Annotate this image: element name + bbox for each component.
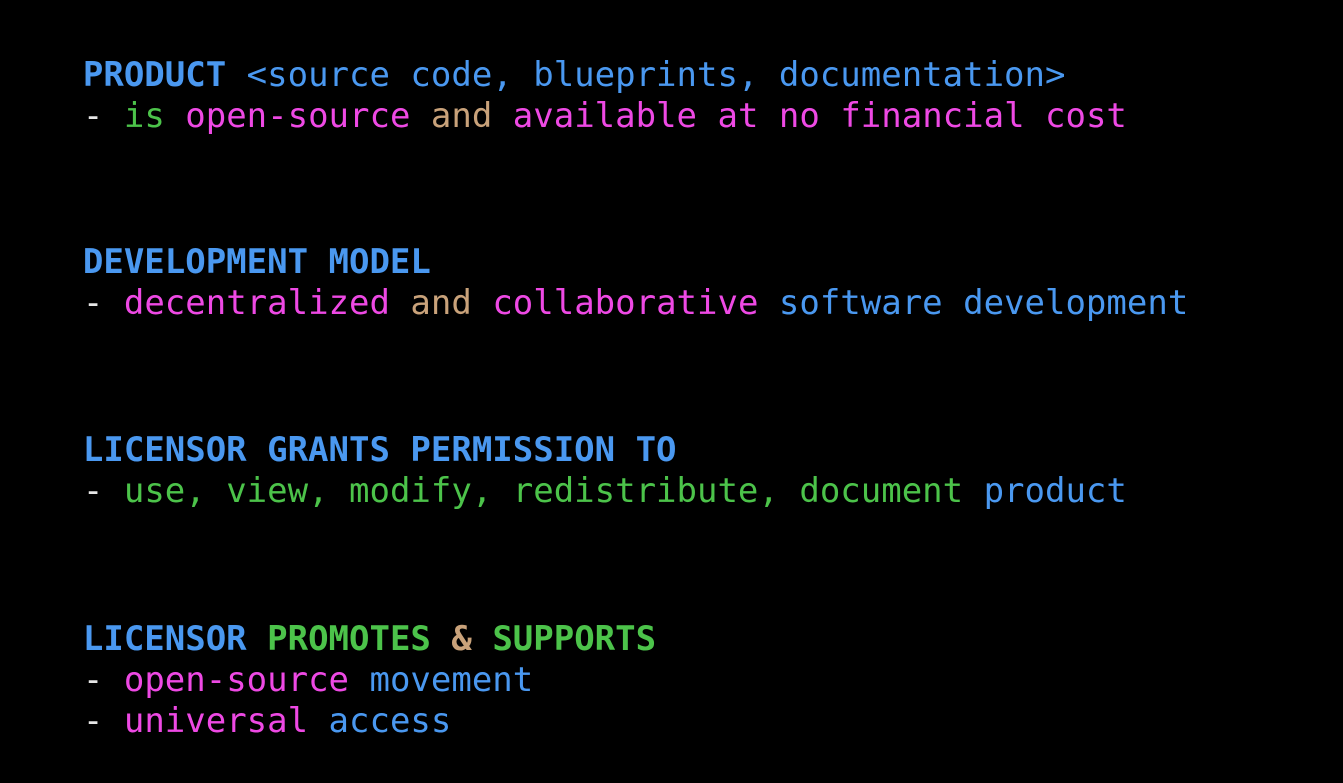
bullet-dash: - (82, 96, 124, 136)
text-segment: open-source (185, 96, 431, 136)
product-heading-line: PRODUCT <source code, blueprints, docume… (1, 14, 1066, 95)
licensor-grants-heading-line: LICENSOR GRANTS PERMISSION TO (1, 389, 677, 470)
development-model-description-line: - decentralized and collaborative softwa… (1, 242, 1188, 323)
development-model-heading-line: DEVELOPMENT MODEL (1, 201, 431, 282)
promotes-item-open-source: - open-source movement (1, 619, 533, 700)
product-description-line: - is open-source and available at no fin… (1, 55, 1127, 136)
text-segment: access (328, 701, 452, 741)
text-segment: is (123, 96, 186, 136)
licensor-promotes-heading-line: LICENSOR PROMOTES & SUPPORTS (1, 578, 656, 659)
bullet-dash: - (82, 471, 124, 511)
text-segment: use, view, modify, redistribute, documen… (123, 471, 984, 511)
licensor-grants-description-line: - use, view, modify, redistribute, docum… (1, 430, 1127, 511)
text-segment: software development (778, 283, 1189, 323)
bullet-dash: - (82, 283, 124, 323)
text-segment: and (430, 96, 513, 136)
text-segment: decentralized (123, 283, 411, 323)
terminal-text-panel: PRODUCT <source code, blueprints, docume… (0, 0, 1343, 741)
text-segment: collaborative (492, 283, 779, 323)
text-segment: available at no financial cost (512, 96, 1127, 136)
text-segment: universal (123, 701, 329, 741)
promotes-item-universal-access: - universal access (1, 660, 451, 741)
text-segment: and (410, 283, 493, 323)
bullet-dash: - (82, 701, 124, 741)
text-segment: product (983, 471, 1127, 511)
